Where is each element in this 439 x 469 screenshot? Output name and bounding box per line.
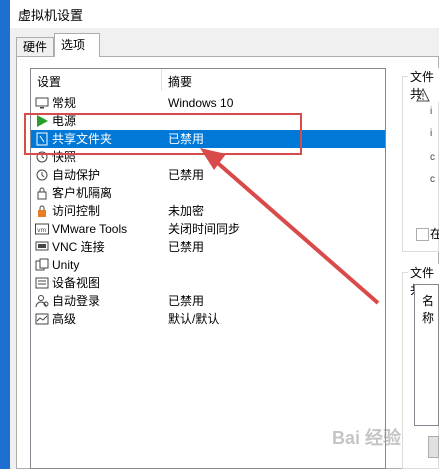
row-summary: 关闭时间同步 bbox=[168, 222, 241, 236]
row-summary: 已禁用 bbox=[168, 240, 205, 254]
unity-icon bbox=[35, 258, 49, 272]
truncated-text: i bbox=[430, 106, 433, 117]
row-name: 访问控制 bbox=[52, 204, 101, 218]
shared-folder-icon bbox=[35, 132, 49, 146]
monitor-icon bbox=[35, 96, 49, 110]
title-bar: 虚拟机设置 bbox=[10, 0, 439, 28]
list-item-shared-folders[interactable]: 共享文件夹 已禁用 bbox=[31, 130, 385, 148]
vnc-icon bbox=[35, 240, 49, 254]
row-name: 共享文件夹 bbox=[52, 132, 113, 146]
column-header-summary[interactable]: 摘要 bbox=[168, 73, 192, 90]
list-item-power[interactable]: 电源 bbox=[31, 112, 385, 130]
truncated-text: c bbox=[430, 152, 435, 163]
list-item-guest-isolation[interactable]: 客户机隔离 bbox=[31, 184, 385, 202]
row-name: 自动保护 bbox=[52, 168, 101, 182]
row-name: Unity bbox=[52, 258, 80, 272]
option-checkbox-label: 在 bbox=[430, 227, 439, 241]
watermark: Bai 经验 bbox=[332, 428, 402, 448]
row-name: VNC 连接 bbox=[52, 240, 105, 254]
tab-hardware[interactable]: 硬件 bbox=[16, 37, 54, 56]
desktop-edge bbox=[0, 0, 10, 469]
row-name: 设备视图 bbox=[52, 276, 101, 290]
row-name: 电源 bbox=[52, 114, 77, 128]
row-summary: 默认/默认 bbox=[168, 312, 220, 326]
tab-options[interactable]: 选项 bbox=[54, 33, 100, 57]
list-item-access-control[interactable]: 访问控制 未加密 bbox=[31, 202, 385, 220]
row-summary: 已禁用 bbox=[168, 168, 205, 182]
truncated-text: c bbox=[430, 174, 435, 185]
row-name: 高级 bbox=[52, 312, 77, 326]
list-item-autologin[interactable]: 自动登录 已禁用 bbox=[31, 292, 385, 310]
column-separator[interactable] bbox=[161, 69, 162, 91]
autologin-icon bbox=[35, 294, 49, 308]
row-name: 常规 bbox=[52, 96, 77, 110]
list-header: 设置 摘要 bbox=[31, 69, 385, 91]
truncated-text: i bbox=[430, 128, 433, 139]
power-play-icon bbox=[35, 114, 49, 128]
lock-icon bbox=[35, 186, 49, 200]
row-name: 自动登录 bbox=[52, 294, 101, 308]
column-header-setting[interactable]: 设置 bbox=[37, 73, 61, 90]
device-view-icon bbox=[35, 276, 49, 290]
snapshot-icon bbox=[35, 150, 49, 164]
access-lock-icon bbox=[35, 204, 49, 218]
row-name: 客户机隔离 bbox=[52, 186, 113, 200]
list-item-autoprotect[interactable]: 自动保护 已禁用 bbox=[31, 166, 385, 184]
autoprotect-icon bbox=[35, 168, 49, 182]
row-summary: 未加密 bbox=[168, 204, 205, 218]
list-item-vmware-tools[interactable]: vm VMware Tools 关闭时间同步 bbox=[31, 220, 385, 238]
row-summary: 已禁用 bbox=[168, 294, 205, 308]
row-name: VMware Tools bbox=[52, 222, 128, 236]
vm-tools-icon: vm bbox=[35, 222, 49, 236]
svg-text:vm: vm bbox=[37, 227, 47, 234]
list-item-device-view[interactable]: 设备视图 bbox=[31, 274, 385, 292]
list-item-advanced[interactable]: 高级 默认/默认 bbox=[31, 310, 385, 328]
column-header-name[interactable]: 名称 bbox=[422, 292, 439, 326]
row-name: 快照 bbox=[52, 150, 77, 164]
warning-icon bbox=[416, 88, 430, 102]
row-summary: 已禁用 bbox=[168, 132, 205, 146]
list-item-snapshots[interactable]: 快照 bbox=[31, 148, 385, 166]
row-summary: Windows 10 bbox=[168, 96, 234, 110]
option-checkbox[interactable] bbox=[416, 228, 429, 241]
list-item-unity[interactable]: Unity bbox=[31, 256, 385, 274]
add-button[interactable] bbox=[428, 436, 439, 458]
list-item-general[interactable]: 常规 Windows 10 bbox=[31, 94, 385, 112]
window-title: 虚拟机设置 bbox=[18, 8, 84, 23]
advanced-icon bbox=[35, 312, 49, 326]
list-item-vnc[interactable]: VNC 连接 已禁用 bbox=[31, 238, 385, 256]
settings-list[interactable]: 设置 摘要 常规 Windows 10 电源 共享文件夹 已禁用 快照 自动保护… bbox=[30, 68, 386, 469]
